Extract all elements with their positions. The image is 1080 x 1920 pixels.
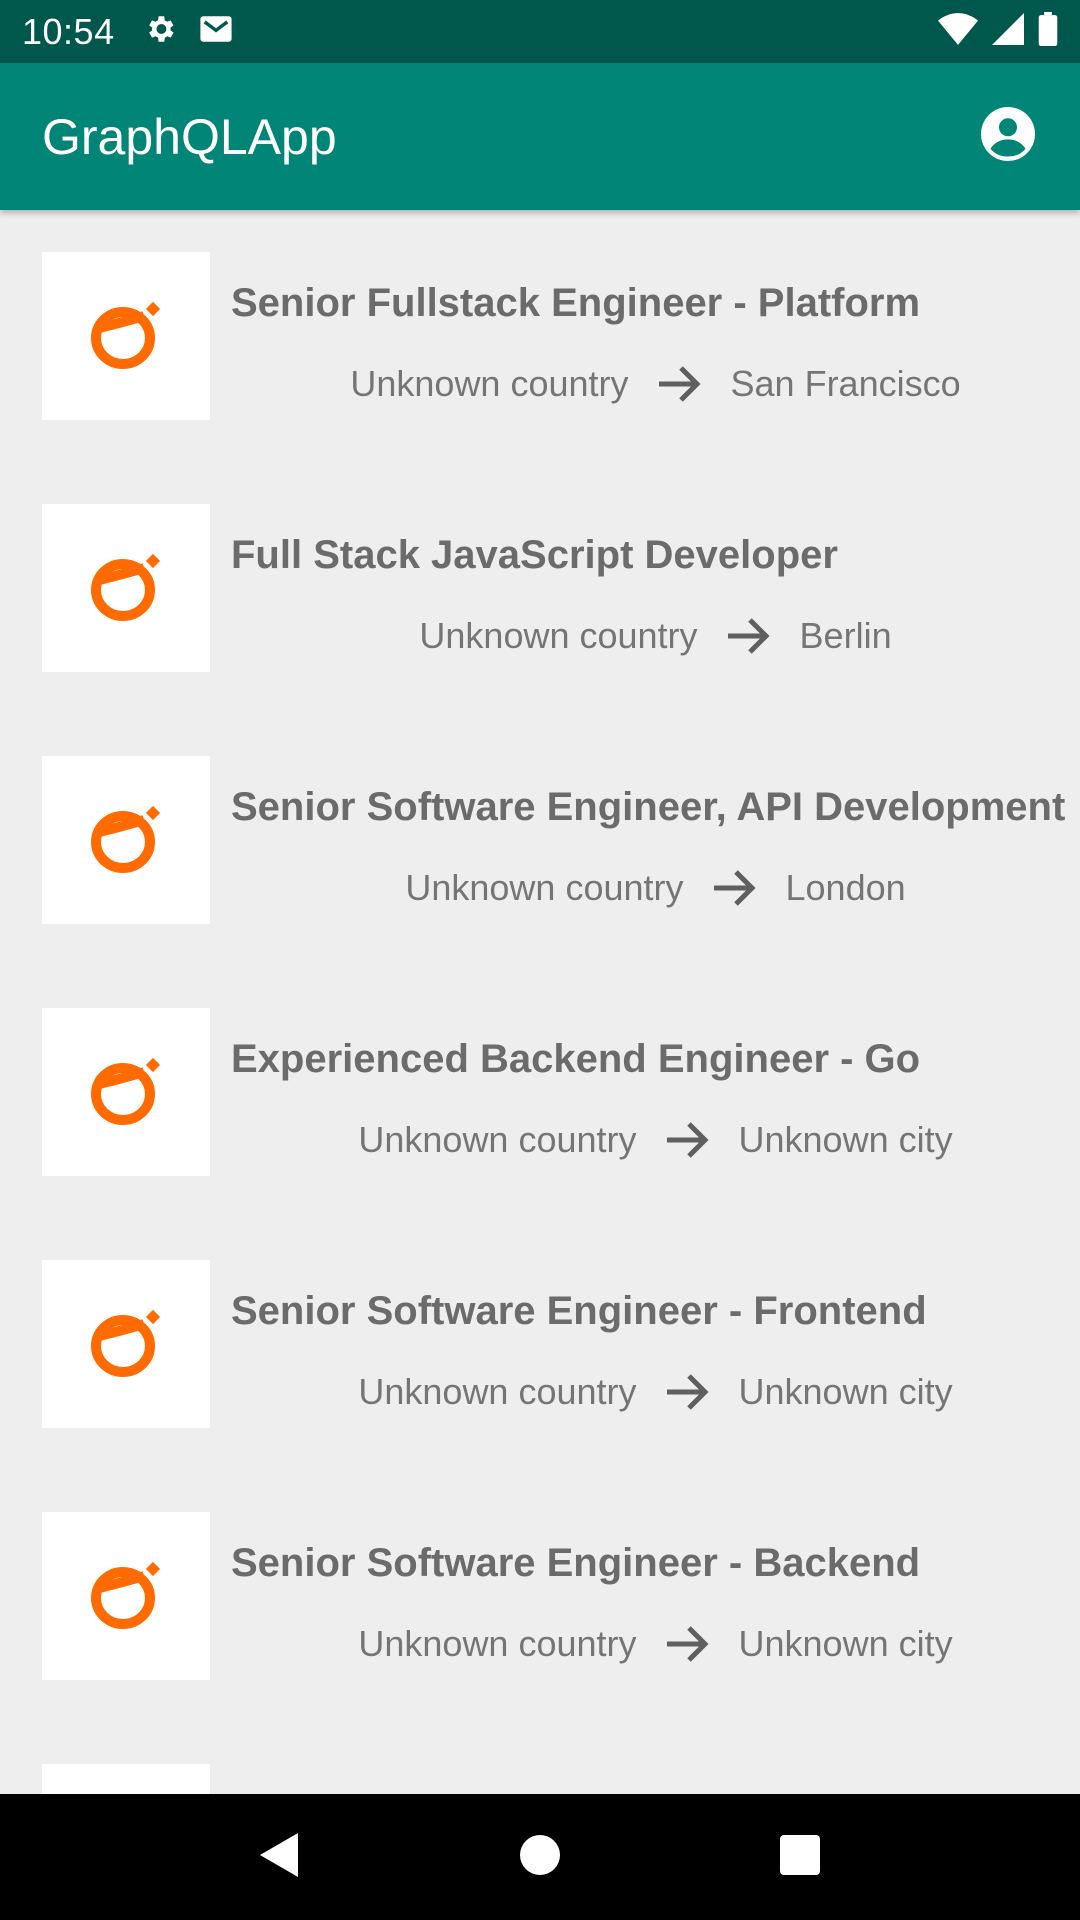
job-list-item[interactable]: Full Stack JavaScript Developer Unknown c… <box>0 462 1080 714</box>
signal-icon <box>992 13 1024 50</box>
app-bar: GraphQLApp <box>0 63 1080 210</box>
status-time: 10:54 <box>22 10 115 52</box>
job-city: Unknown city <box>738 1371 953 1412</box>
navigation-bar <box>0 1794 1080 1920</box>
job-country: Unknown country <box>405 867 684 908</box>
profile-button[interactable] <box>978 107 1038 167</box>
job-route: Unknown country San Francisco <box>231 363 1080 405</box>
job-country: Unknown country <box>419 615 698 656</box>
battery-icon <box>1038 12 1058 51</box>
job-list-item[interactable]: Senior Fullstack Engineer - Platform Unkn… <box>0 210 1080 462</box>
job-country: Unknown country <box>358 1623 637 1664</box>
job-route: Unknown country London <box>231 867 1080 909</box>
job-country: Unknown country <box>358 1119 637 1160</box>
job-route: Unknown country Unknown city <box>231 1119 1080 1161</box>
notification-icons <box>143 12 233 51</box>
job-country: Unknown country <box>358 1371 637 1412</box>
company-logo <box>42 1260 210 1428</box>
app-title: GraphQLApp <box>42 108 337 165</box>
job-title: Experienced Backend Engineer - Go <box>231 1037 921 1081</box>
company-logo-icon <box>84 292 168 381</box>
job-list-item[interactable]: Senior Software Engineer - Frontend Unkno… <box>0 1218 1080 1470</box>
company-logo-icon <box>84 796 168 885</box>
job-city: San Francisco <box>730 363 961 404</box>
company-logo <box>42 252 210 420</box>
company-logo <box>42 504 210 672</box>
nav-home-button[interactable] <box>500 1817 580 1897</box>
job-country: Unknown country <box>350 363 629 404</box>
system-icons <box>938 12 1058 51</box>
job-route: Unknown country Unknown city <box>231 1623 1080 1665</box>
job-title: Full Stack JavaScript Developer <box>231 533 838 577</box>
arrow-right-icon <box>657 364 703 404</box>
company-logo-icon <box>84 1048 168 1137</box>
job-list-item[interactable]: Senior Software Engineer - Backend Unknow… <box>0 1470 1080 1722</box>
arrow-right-icon <box>712 868 758 908</box>
back-icon <box>258 1831 302 1884</box>
app-screen: 10:54 GraphQLApp Senior Fullstack Engine… <box>0 0 1080 1920</box>
job-title: Senior Software Engineer - Frontend <box>231 1289 927 1333</box>
mail-icon <box>199 14 233 49</box>
company-logo <box>42 756 210 924</box>
wifi-icon <box>938 13 978 50</box>
company-logo-icon <box>84 544 168 633</box>
job-list-item[interactable]: Senior Software Engineer, API Developmen… <box>0 714 1080 966</box>
job-route: Unknown country Berlin <box>231 615 1080 657</box>
job-list-item[interactable] <box>0 1722 1080 1794</box>
job-route: Unknown country Unknown city <box>231 1371 1080 1413</box>
job-city: Berlin <box>799 615 892 656</box>
job-title: Senior Software Engineer, API Developmen… <box>231 785 1066 829</box>
arrow-right-icon <box>726 616 772 656</box>
gear-icon <box>143 12 177 51</box>
company-logo-icon <box>84 1300 168 1389</box>
job-city: Unknown city <box>738 1623 953 1664</box>
nav-recents-button[interactable] <box>760 1817 840 1897</box>
home-icon <box>520 1834 560 1880</box>
account-circle-icon <box>981 107 1035 166</box>
company-logo <box>42 1764 210 1794</box>
job-list[interactable]: Senior Fullstack Engineer - Platform Unkn… <box>0 210 1080 1794</box>
arrow-right-icon <box>665 1372 711 1412</box>
arrow-right-icon <box>665 1624 711 1664</box>
job-city: Unknown city <box>738 1119 953 1160</box>
job-title: Senior Fullstack Engineer - Platform <box>231 281 921 325</box>
job-title: Senior Software Engineer - Backend <box>231 1541 921 1585</box>
job-city: London <box>785 867 906 908</box>
job-list-item[interactable]: Experienced Backend Engineer - Go Unknown… <box>0 966 1080 1218</box>
recents-icon <box>780 1834 820 1880</box>
company-logo-icon <box>84 1552 168 1641</box>
status-bar: 10:54 <box>0 0 1080 63</box>
company-logo <box>42 1008 210 1176</box>
nav-back-button[interactable] <box>240 1817 320 1897</box>
arrow-right-icon <box>665 1120 711 1160</box>
company-logo <box>42 1512 210 1680</box>
